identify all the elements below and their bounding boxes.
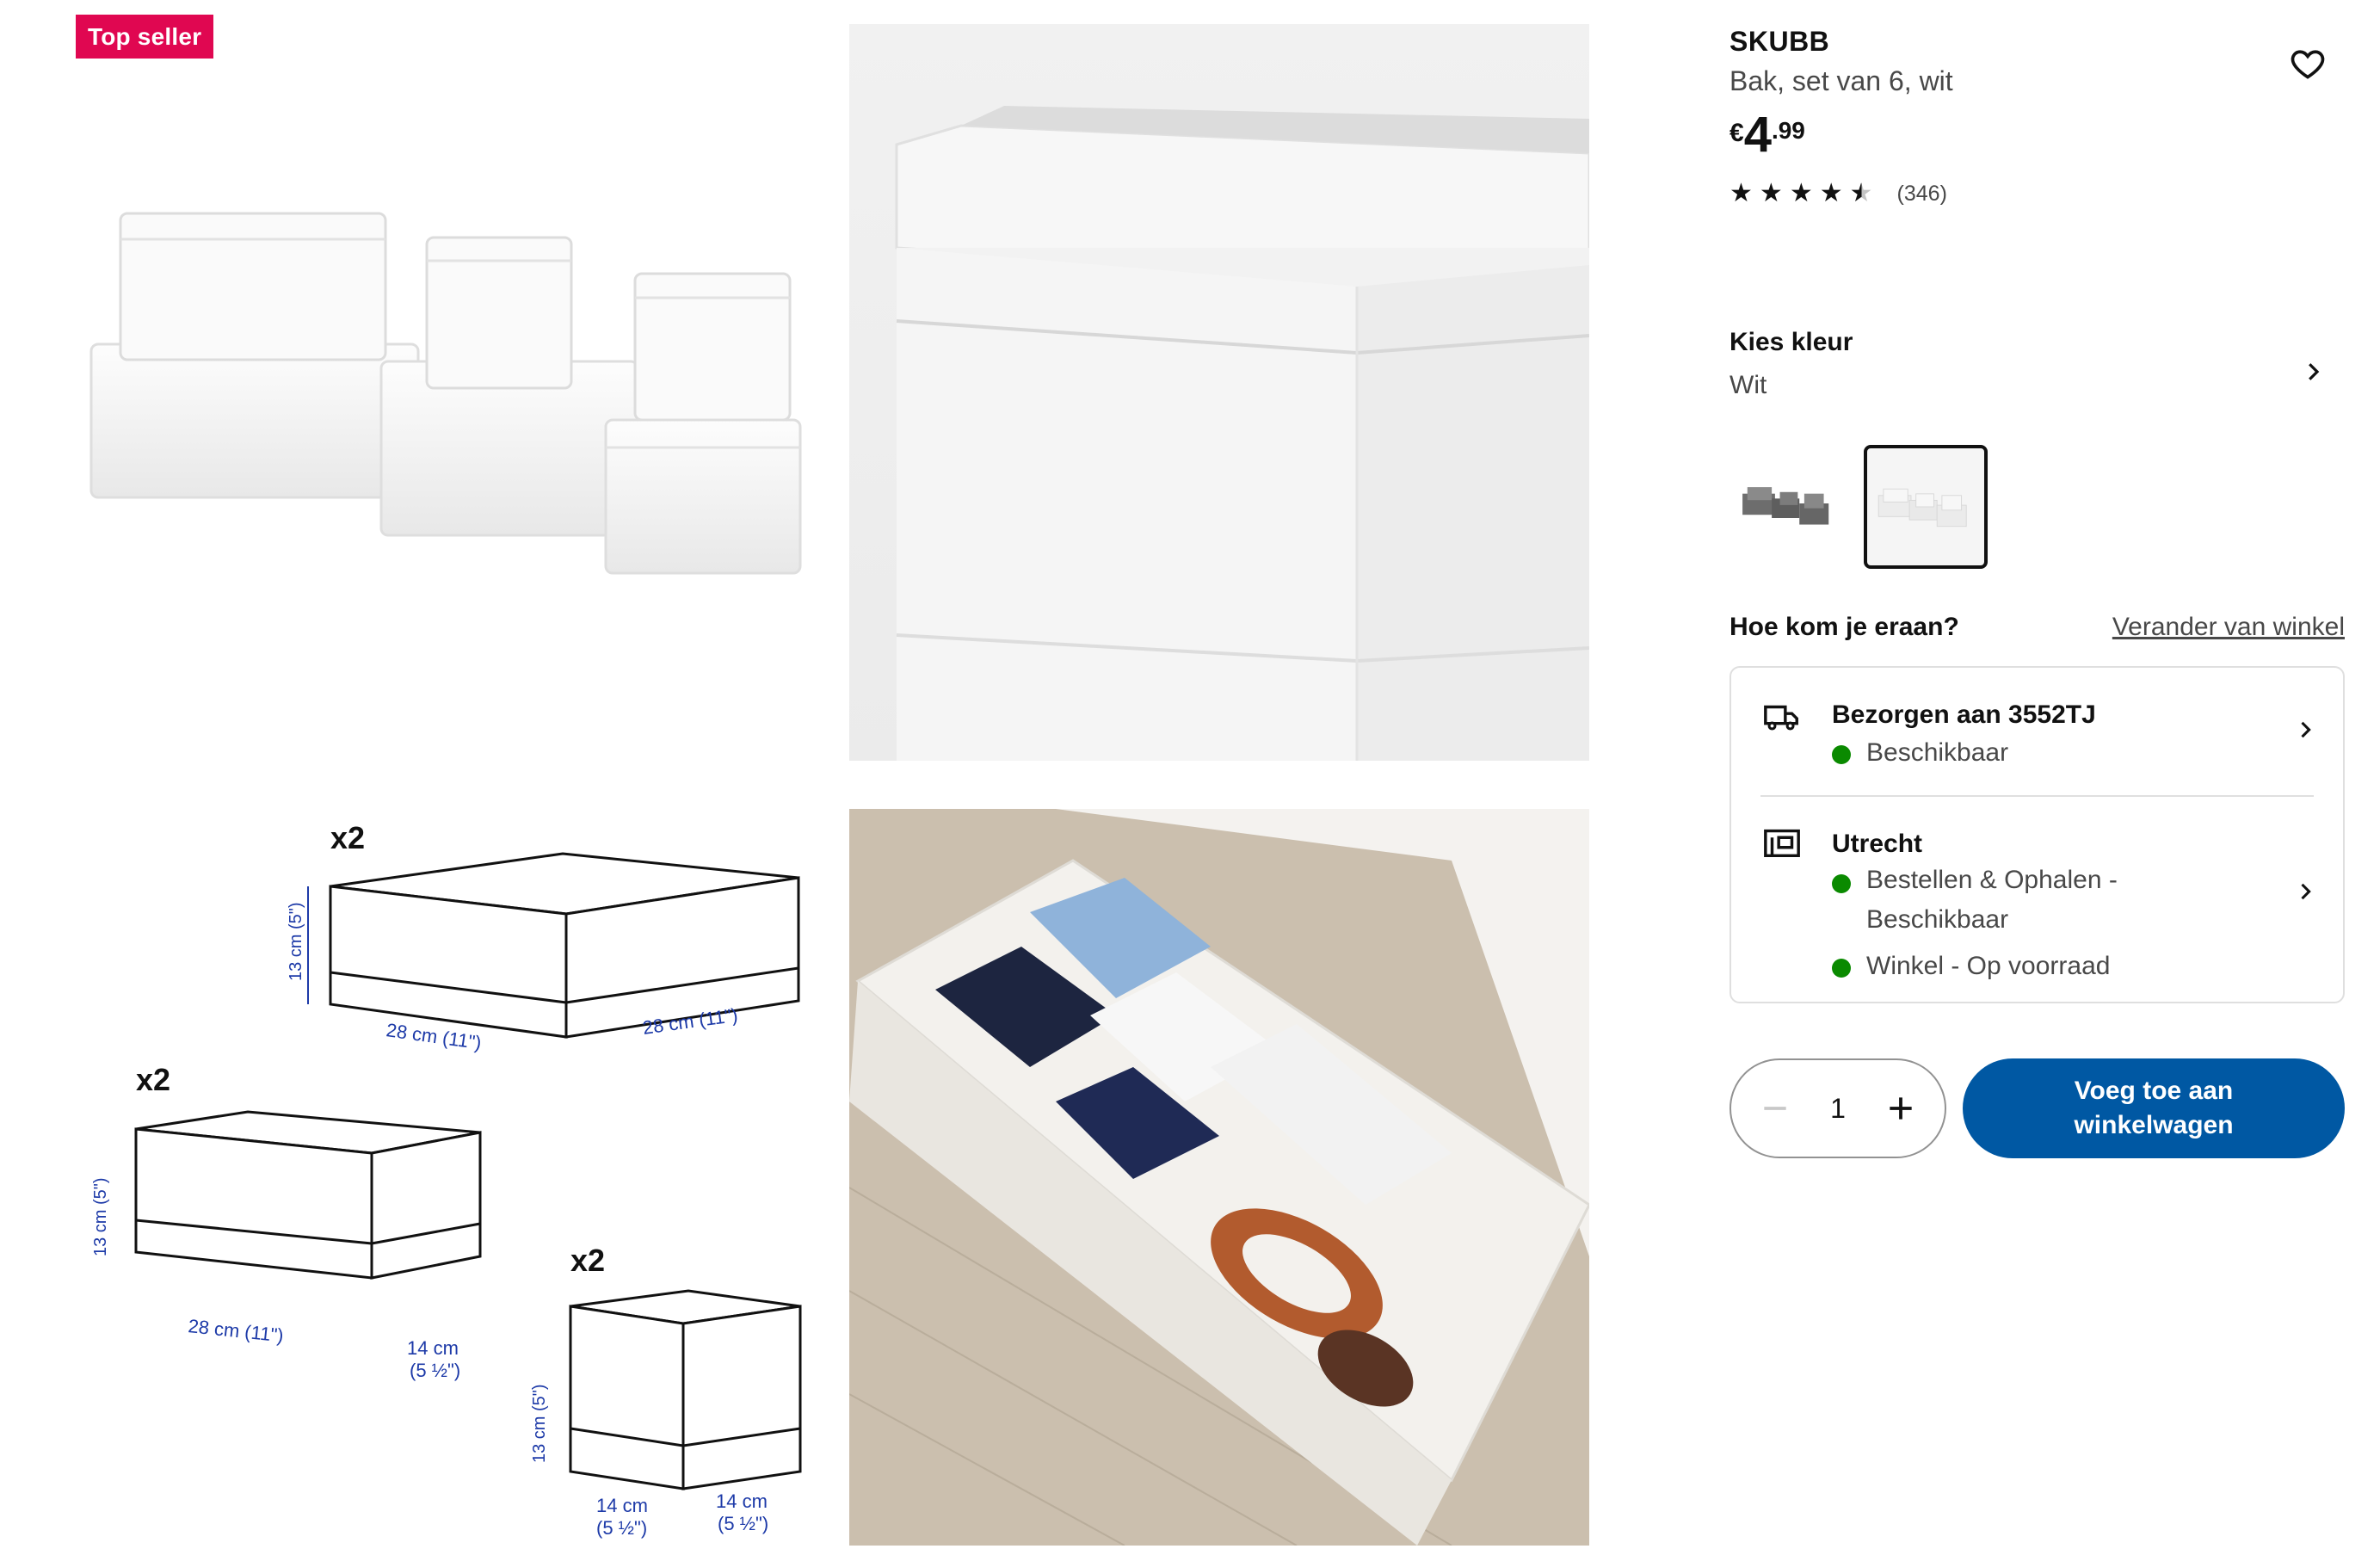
price-currency: € — [1730, 119, 1744, 147]
top-seller-badge: Top seller — [76, 15, 214, 59]
chevron-right-icon — [2301, 721, 2311, 738]
grey-boxes-thumbnail — [1742, 487, 1829, 525]
dim-width-c-1: 14 cm — [596, 1495, 648, 1516]
quantity-stepper[interactable]: 1 — [1730, 1058, 1946, 1158]
delivery-title: Bezorgen aan 3552TJ — [1832, 700, 2096, 729]
delivery-status: Beschikbaar — [1832, 738, 2008, 768]
product-image-closeup[interactable] — [849, 24, 1589, 761]
product-image-dimensions[interactable]: x2 13 cm (5") 28 cm (11") 28 cm (11") x2… — [76, 809, 816, 1546]
star-icon: ★ — [1789, 179, 1813, 207]
boxes-set-illustration — [89, 212, 802, 575]
status-dot — [1832, 874, 1851, 893]
availability-box: Bezorgen aan 3552TJ Beschikbaar Utrecht … — [1730, 666, 2345, 1003]
store-status-1a: Bestellen & Ophalen - — [1866, 866, 2118, 894]
dim-count-a: x2 — [330, 820, 365, 855]
dim-width-c-2: (5 ½") — [596, 1517, 647, 1539]
status-dot — [1832, 745, 1851, 764]
chevron-right-icon — [2309, 363, 2320, 380]
add-to-cart-label: Voeg toe aan winkelwagen — [2074, 1074, 2233, 1143]
rating-count: (346) — [1896, 181, 1947, 206]
store-status-2-text: Winkel - Op voorraad — [1866, 952, 2111, 980]
delivery-status-text: Beschikbaar — [1866, 738, 2009, 767]
dim-height-a: 13 cm (5") — [287, 902, 305, 981]
dim-depth-c-2: (5 ½") — [718, 1513, 768, 1534]
color-selector[interactable]: Kies kleur Wit — [1730, 328, 2345, 400]
color-swatch-grey[interactable] — [1730, 445, 1853, 569]
dim-depth-b-2: (5 ½") — [410, 1360, 460, 1381]
star-icon: ★ — [1819, 179, 1843, 207]
decrease-button[interactable] — [1757, 1090, 1793, 1126]
store-status-2: Winkel - Op voorraad — [1832, 952, 2110, 981]
dim-count-c: x2 — [570, 1243, 605, 1278]
price-integer: 4 — [1743, 107, 1772, 163]
half-star-icon: ★ — [1849, 179, 1873, 207]
product-price: € 4 .99 — [1730, 108, 2345, 162]
color-swatch-white[interactable] — [1864, 445, 1988, 569]
add-label-line-2: winkelwagen — [2074, 1111, 2234, 1139]
dim-count-b: x2 — [136, 1062, 170, 1097]
store-title: Utrecht — [1832, 830, 1923, 858]
product-image-set[interactable] — [76, 24, 816, 761]
store-status-1b: Beschikbaar — [1866, 905, 2009, 934]
white-boxes-thumbnail — [1877, 488, 1967, 528]
star-icon: ★ — [1730, 179, 1753, 207]
truck-icon — [1764, 705, 1798, 731]
dim-depth-c-1: 14 cm — [716, 1490, 768, 1512]
product-description: Bak, set van 6, wit — [1730, 65, 1953, 96]
favourite-button[interactable] — [2289, 45, 2327, 83]
availability-header: Hoe kom je eraan? Verander van winkel — [1730, 613, 2345, 642]
product-name: SKUBB — [1730, 26, 1830, 57]
add-label-line-1: Voeg toe aan — [2074, 1077, 2234, 1105]
change-store-link[interactable]: Verander van winkel — [2112, 613, 2345, 642]
product-image-in-drawer[interactable] — [849, 809, 1589, 1546]
delivery-option[interactable]: Bezorgen aan 3552TJ Beschikbaar — [1731, 668, 2343, 795]
store-option[interactable]: Utrecht Bestellen & Ophalen - Beschikbaa… — [1731, 795, 2343, 1003]
drawer-scene-illustration — [849, 809, 1589, 1546]
color-selected: Wit — [1730, 371, 1767, 399]
dimensions-diagram: x2 13 cm (5") 28 cm (11") 28 cm (11") x2… — [91, 820, 802, 1539]
color-title: Kies kleur — [1730, 328, 1853, 356]
box-closeup-illustration — [895, 106, 1589, 761]
dim-width-b: 28 cm (11") — [187, 1315, 284, 1347]
plus-icon — [1890, 1097, 1912, 1120]
store-status-1-text: Bestellen & Ophalen - Beschikbaar — [1866, 861, 2118, 940]
quantity-value[interactable]: 1 — [1830, 1093, 1846, 1125]
store-status-1: Bestellen & Ophalen - Beschikbaar — [1832, 866, 2118, 940]
dim-height-b: 13 cm (5") — [91, 1177, 110, 1256]
status-dot — [1832, 959, 1851, 978]
heart-icon — [2291, 50, 2325, 79]
increase-button[interactable] — [1883, 1090, 1919, 1126]
availability-title: Hoe kom je eraan? — [1730, 613, 1959, 641]
price-decimals: .99 — [1771, 117, 1805, 144]
product-info: SKUBB Bak, set van 6, wit € 4 .99 ★ ★ ★ … — [1730, 24, 2345, 207]
chevron-right-icon — [2301, 883, 2311, 900]
product-rating[interactable]: ★ ★ ★ ★ ★ (346) — [1730, 181, 2345, 207]
minus-icon — [1764, 1107, 1786, 1110]
store-icon — [1764, 829, 1800, 858]
dim-height-c: 13 cm (5") — [530, 1384, 549, 1463]
dim-depth-b-1: 14 cm — [407, 1337, 459, 1359]
add-to-cart-button[interactable]: Voeg toe aan winkelwagen — [1963, 1058, 2345, 1158]
star-icon: ★ — [1759, 179, 1783, 207]
